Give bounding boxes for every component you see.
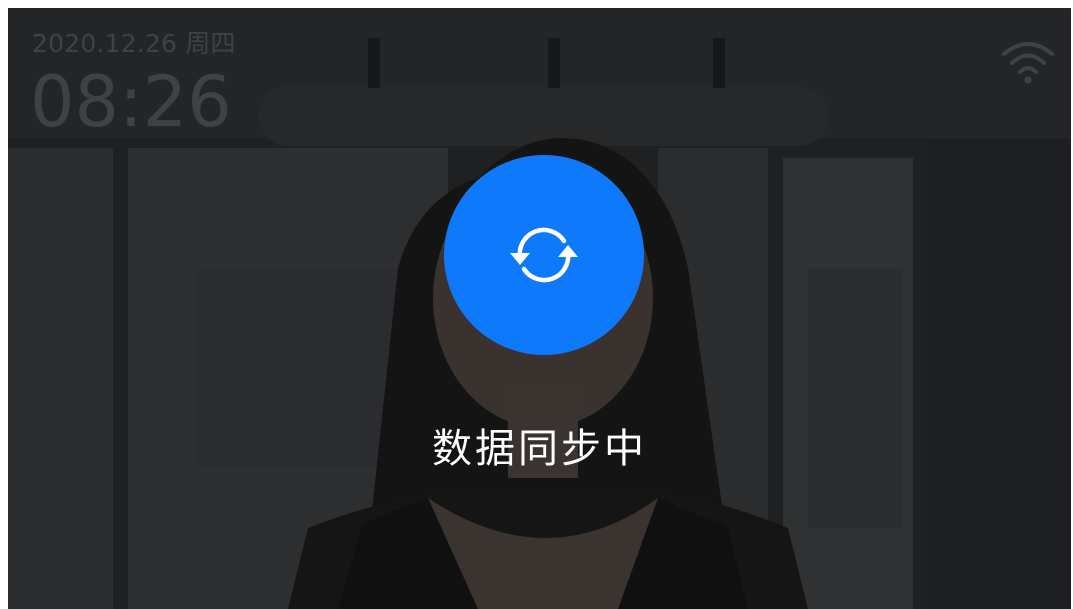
sync-indicator — [444, 155, 644, 355]
wifi-icon — [1002, 42, 1054, 84]
time-label: 08:26 — [30, 61, 232, 143]
sync-icon — [510, 227, 578, 283]
sync-status-text: 数据同步中 — [432, 426, 647, 472]
device-screen: 2020.12.26 周四 08:26 数据同步中 — [8, 8, 1071, 609]
date-label: 2020.12.26 周四 — [32, 29, 236, 58]
